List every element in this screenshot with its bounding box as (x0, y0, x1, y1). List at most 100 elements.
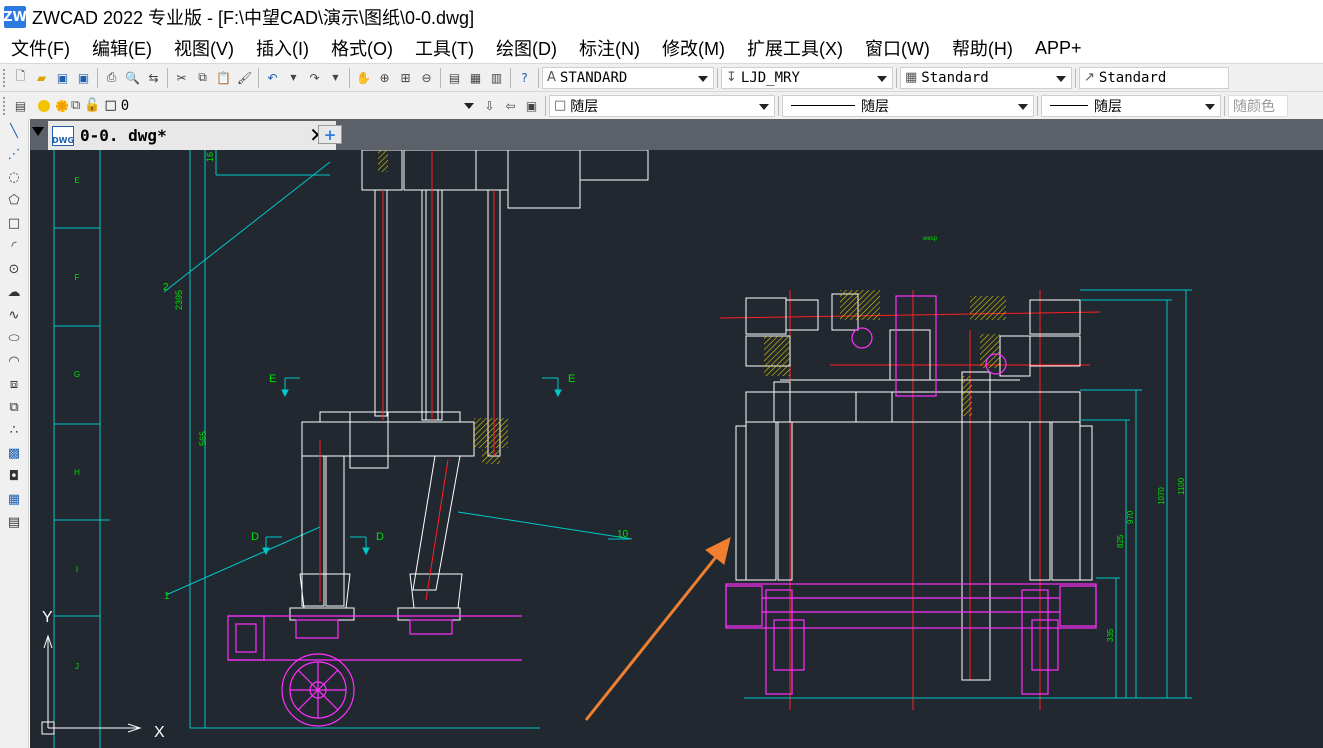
rectangle-icon[interactable]: □ (5, 214, 23, 232)
linetype-sample-icon (791, 105, 855, 106)
polygon-icon[interactable]: ⬠ (5, 191, 23, 209)
ellipse-icon[interactable]: ⬭ (5, 329, 23, 347)
undo-icon[interactable]: ↶ (264, 69, 281, 86)
tab-0-0-dwg[interactable]: DWG 0-0. dwg* ✕ (48, 121, 336, 150)
line-icon[interactable]: ╲ (5, 122, 23, 140)
tab-list-icon[interactable] (32, 127, 44, 136)
menu-file[interactable]: 文件(F) (0, 35, 81, 61)
point-icon[interactable]: ∴ (5, 421, 23, 439)
menu-help[interactable]: 帮助(H) (941, 35, 1024, 61)
make-block-icon[interactable]: ⧉ (5, 398, 23, 416)
layer-color-swatch: □ (104, 98, 117, 113)
lineweight-select[interactable]: 随层 (1041, 94, 1221, 117)
ellipse-arc-icon[interactable]: ◠ (5, 352, 23, 370)
new-tab-button[interactable]: + (318, 125, 342, 144)
table-style-icon: ▦ (905, 70, 918, 85)
multileader-style-select[interactable]: ↗ Standard (1079, 66, 1229, 89)
print-preview-icon[interactable]: 🔍 (124, 69, 141, 86)
print-icon[interactable]: ⎙ (103, 69, 120, 86)
cad-drawing[interactable]: E F G H I J 16 2395 565 2 1 10 E E D D 1… (30, 150, 1323, 748)
table-icon[interactable]: ▦ (5, 490, 23, 508)
tab-label: 0-0. dwg* (80, 126, 167, 145)
save-icon[interactable]: ▣ (54, 69, 71, 86)
menu-insert[interactable]: 插入(I) (245, 35, 320, 61)
layer-previous-icon[interactable]: ⇦ (502, 97, 519, 114)
undo-dropdown-icon[interactable]: ▼ (285, 69, 302, 86)
open-folder-icon[interactable]: ▰ (33, 69, 50, 86)
section-markers (262, 377, 562, 556)
linetype-select[interactable]: 随层 (782, 94, 1034, 117)
toolbar-grip[interactable] (3, 96, 7, 115)
layer-on-icon[interactable] (38, 99, 50, 112)
text-style-select[interactable]: A STANDARD (542, 66, 714, 89)
region-icon[interactable]: ◘ (5, 467, 23, 485)
hatch-icon[interactable]: ▩ (5, 444, 23, 462)
separator (440, 67, 441, 88)
properties-icon[interactable]: ▤ (446, 69, 463, 86)
zoom-realtime-icon[interactable]: ⊕ (376, 69, 393, 86)
new-file-icon[interactable]: 🗋 (12, 69, 29, 86)
toolbar-grip[interactable] (3, 68, 7, 87)
menu-view[interactable]: 视图(V) (163, 35, 245, 61)
drawing-canvas[interactable]: E F G H I J 16 2395 565 2 1 10 E E D D 1… (30, 150, 1323, 748)
drawing-note: wesp (922, 236, 938, 242)
tool-palette-icon[interactable]: ▥ (488, 69, 505, 86)
dim-style-select[interactable]: ↧ LJD_MRY (721, 66, 893, 89)
pan-icon[interactable]: ✋ (355, 69, 372, 86)
front-view[interactable]: 1100 1070 970 825 335 wesp (719, 236, 1192, 710)
copy-icon[interactable]: ⧉ (194, 69, 211, 86)
table-style-select[interactable]: ▦ Standard (900, 66, 1072, 89)
arc-icon[interactable]: ◜ (5, 237, 23, 255)
construction-line-icon[interactable]: ⋰ (5, 145, 23, 163)
menu-draw[interactable]: 绘图(D) (485, 35, 568, 61)
menu-window[interactable]: 窗口(W) (854, 35, 941, 61)
menu-modify[interactable]: 修改(M) (651, 35, 736, 61)
publish-icon[interactable]: ⇆ (145, 69, 162, 86)
make-current-layer-icon[interactable]: ⇩ (481, 97, 498, 114)
match-properties-icon[interactable]: 🖌 (236, 69, 253, 86)
multileader-style-value: Standard (1098, 69, 1167, 86)
menu-express[interactable]: 扩展工具(X) (736, 35, 854, 61)
dimension-text: 825 (1116, 534, 1125, 548)
menu-edit[interactable]: 编辑(E) (81, 35, 163, 61)
layer-viewport-icon[interactable]: ⧉ (71, 98, 80, 113)
paste-icon[interactable]: 📋 (215, 69, 232, 86)
side-view[interactable]: 16 2395 565 2 1 10 E E D D (163, 150, 649, 729)
spline-icon[interactable]: ∿ (5, 306, 23, 324)
zoom-previous-icon[interactable]: ⊖ (418, 69, 435, 86)
help-icon[interactable]: ? (516, 69, 533, 86)
front-dimension-lines (744, 289, 1192, 699)
polyline-icon[interactable]: ◌ (5, 168, 23, 186)
annotation-arrow[interactable] (584, 537, 731, 721)
separator (778, 95, 779, 116)
save-as-icon[interactable]: ▣ (75, 69, 92, 86)
window-title: ZWCAD 2022 专业版 - [F:\中望CAD\演示\图纸\0-0.dwg… (32, 8, 475, 28)
redo-icon[interactable]: ↷ (306, 69, 323, 86)
standard-toolbar: 🗋 ▰ ▣ ▣ ⎙ 🔍 ⇆ ✂ ⧉ 📋 🖌 ↶ ▼ ↷ ▼ ✋ ⊕ ⊞ ⊖ ▤ … (0, 63, 1323, 91)
redo-dropdown-icon[interactable]: ▼ (327, 69, 344, 86)
mtext-icon[interactable]: ▤ (5, 513, 23, 531)
insert-block-icon[interactable]: ⧈ (5, 375, 23, 393)
zoom-window-icon[interactable]: ⊞ (397, 69, 414, 86)
layer-unlock-icon[interactable]: 🔓 (84, 98, 100, 113)
chevron-down-icon (698, 75, 708, 82)
color-select[interactable]: □ 随层 (549, 94, 775, 117)
layer-manager-icon[interactable]: ▤ (12, 97, 29, 114)
layer-select[interactable]: ⧉ 🔓 □ 0 (31, 94, 479, 117)
table-style-value: Standard (921, 69, 989, 86)
layer-thaw-icon[interactable] (56, 99, 68, 112)
cut-icon[interactable]: ✂ (173, 69, 190, 86)
dimension-text: 565 (198, 431, 208, 446)
menu-format[interactable]: 格式(O) (320, 35, 404, 61)
dimension-text: 16 (205, 152, 215, 162)
menu-app-plus[interactable]: APP+ (1024, 38, 1093, 59)
menu-tools[interactable]: 工具(T) (404, 35, 485, 61)
circle-icon[interactable]: ⊙ (5, 260, 23, 278)
layer-states-icon[interactable]: ▣ (523, 97, 540, 114)
menu-dimension[interactable]: 标注(N) (568, 35, 651, 61)
design-center-icon[interactable]: ▦ (467, 69, 484, 86)
balloon-label: 10 (617, 529, 629, 540)
revision-cloud-icon[interactable]: ☁ (5, 283, 23, 301)
chevron-down-icon (877, 75, 887, 82)
linetype-value: 随层 (861, 98, 889, 115)
